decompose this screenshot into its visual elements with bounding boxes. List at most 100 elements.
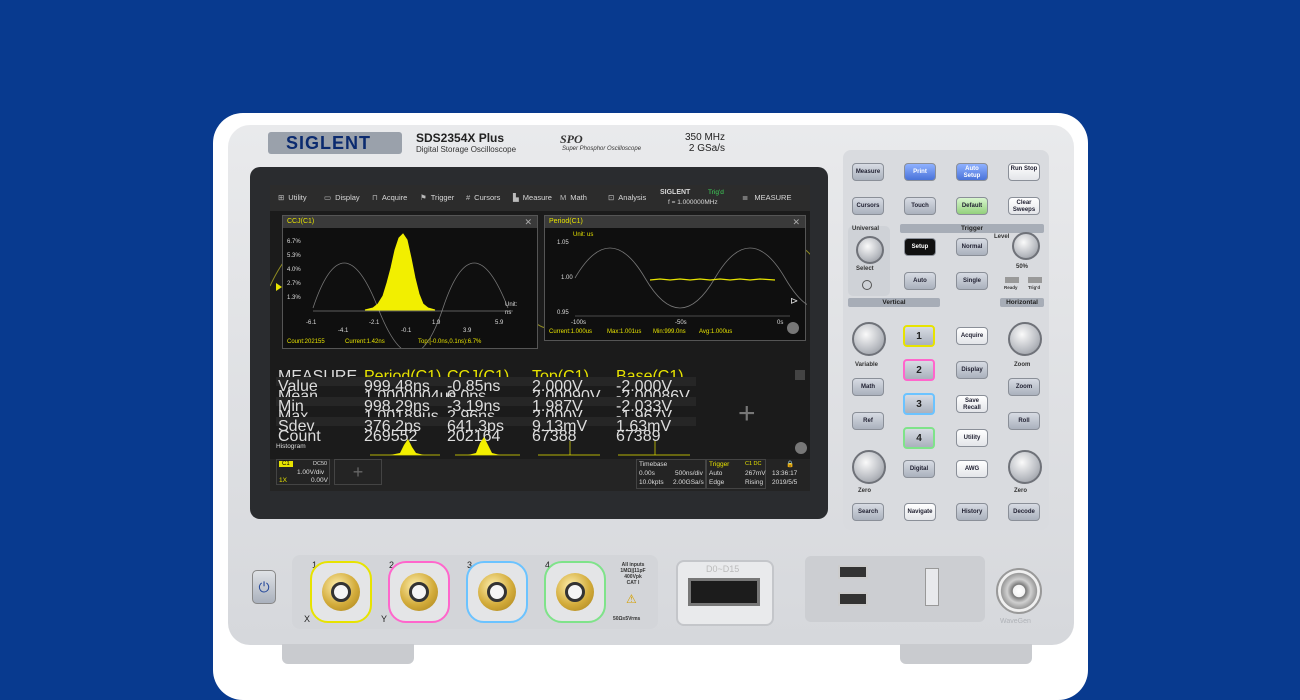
touch-button[interactable]: Touch <box>904 197 936 215</box>
ccj-y-label: 1.3% <box>287 295 301 301</box>
ref-button[interactable]: Ref <box>852 412 884 430</box>
history-button[interactable]: History <box>956 503 988 521</box>
trigger-level: 267mV <box>745 470 766 477</box>
menu-analysis[interactable]: ⊡ Analysis <box>608 193 646 202</box>
settings-icon[interactable] <box>787 322 799 334</box>
menu-icon: ≣ <box>742 193 749 202</box>
ch2-button[interactable]: 2 <box>903 359 935 381</box>
awg-button[interactable]: AWG <box>956 460 988 478</box>
roll-button[interactable]: Roll <box>1008 412 1040 430</box>
ch3-button[interactable]: 3 <box>903 393 935 415</box>
print-button[interactable]: Print <box>904 163 936 181</box>
ch1-button[interactable]: 1 <box>903 325 935 347</box>
period-x-label: -50s <box>675 320 687 326</box>
display-button[interactable]: Display <box>956 361 988 379</box>
ch1-coupling: DC50 <box>313 461 328 467</box>
usb-port-2[interactable] <box>838 592 868 606</box>
normal-button[interactable]: Normal <box>956 238 988 256</box>
ch4-button[interactable]: 4 <box>903 427 935 449</box>
ready-led <box>1005 277 1019 283</box>
menu-utility[interactable]: ⊞ Utility <box>278 193 307 202</box>
horizontal-position-knob[interactable] <box>1008 450 1042 484</box>
ch2-bnc-connector[interactable] <box>388 561 450 623</box>
lock-icon: 🔒 <box>786 461 795 468</box>
acquire-button[interactable]: Acquire <box>956 327 988 345</box>
power-button[interactable]: ⏻ <box>252 570 276 604</box>
vertical-scale-knob[interactable] <box>852 322 886 356</box>
menu-trigger[interactable]: ⚑ Trigger <box>420 193 454 202</box>
universal-label: Universal <box>852 226 880 232</box>
svg-text:⊳: ⊳ <box>790 296 798 307</box>
horizontal-scale-knob[interactable] <box>1008 322 1042 356</box>
usb-panel <box>805 556 985 622</box>
default-button[interactable]: Default <box>956 197 988 215</box>
menu-cursors[interactable]: # Cursors <box>466 193 500 202</box>
model-subtitle: Digital Storage Oscilloscope <box>416 145 517 154</box>
spo-subtitle: Super Phosphor Oscilloscope <box>562 146 642 152</box>
decode-button[interactable]: Decode <box>1008 503 1040 521</box>
period-trend-window: Period(C1) ✕ Unit: us 1.05 1.00 0.95 ⊳ -… <box>544 215 807 341</box>
menu-display[interactable]: ▭ Display <box>324 193 360 202</box>
ccj-y-label: 2.7% <box>287 281 301 287</box>
ch1-status-box[interactable]: C1 DC50 1.00V/div 1X 0.00V <box>276 459 330 485</box>
measure-button[interactable]: Measure <box>852 163 884 181</box>
digital-button[interactable]: Digital <box>903 460 935 478</box>
period-window-title: Period(C1) <box>545 216 805 228</box>
cursors-icon: # <box>466 193 471 202</box>
timebase-box[interactable]: Timebase 0.00s 500ns/div 10.0kpts 2.00GS… <box>636 459 706 489</box>
trigd-led <box>1028 277 1042 283</box>
navigate-button[interactable]: Navigate <box>904 503 936 521</box>
save-recall-button[interactable]: Save Recall <box>956 395 988 413</box>
vertical-position-knob[interactable] <box>852 450 886 484</box>
trigger-mode: Auto <box>709 470 723 477</box>
left-foot <box>282 644 414 664</box>
period-x-label: 0s <box>777 320 784 326</box>
trigger-slope: Rising <box>745 479 764 486</box>
clock-date: 2019/5/5 <box>772 479 798 486</box>
close-icon[interactable]: ✕ <box>524 216 532 228</box>
ch4-bnc-connector[interactable] <box>544 561 606 623</box>
ccj-unit: ns <box>505 310 512 316</box>
level-label: Level <box>994 234 1010 240</box>
settings-icon[interactable] <box>795 442 807 454</box>
auto-button[interactable]: Auto <box>904 272 936 290</box>
ch1-offset: 0.00V <box>311 477 328 484</box>
ccj-count: Count:202155 <box>287 339 325 345</box>
wavegen-bnc-connector[interactable] <box>996 568 1042 614</box>
menu-measure[interactable]: ▙ Measure <box>513 193 552 202</box>
home-icon[interactable] <box>862 280 872 290</box>
zoom-button[interactable]: Zoom <box>1008 378 1040 396</box>
cursors-button[interactable]: Cursors <box>852 197 884 215</box>
single-button[interactable]: Single <box>956 272 988 290</box>
frequency-readout: f = 1.000000MHz <box>668 199 718 206</box>
menu-acquire[interactable]: ⊓ Acquire <box>372 193 407 202</box>
clear-sweeps-button[interactable]: Clear Sweeps <box>1008 197 1040 215</box>
ch3-bnc-connector[interactable] <box>466 561 528 623</box>
search-button[interactable]: Search <box>852 503 884 521</box>
wavegen-label: WaveGen <box>1000 618 1031 625</box>
histogram-label: Histogram <box>276 443 306 450</box>
timebase-title: Timebase <box>639 461 668 468</box>
horizontal-group-title: Horizontal <box>1000 298 1044 307</box>
usb-port-1[interactable] <box>838 565 868 579</box>
menu-math[interactable]: M Math <box>560 193 587 202</box>
digital-port[interactable] <box>688 578 760 606</box>
auto-setup-button[interactable]: Auto Setup <box>956 163 988 181</box>
universal-knob[interactable] <box>856 236 884 264</box>
utility-button[interactable]: Utility <box>956 429 988 447</box>
math-button[interactable]: Math <box>852 378 884 396</box>
measure-icon: ▙ <box>513 193 519 202</box>
menu-measure-right[interactable]: ≣ MEASURE <box>742 193 791 202</box>
top-menu-bar: ⊞ Utility ▭ Display ⊓ Acquire ⚑ Trigger # Cur… <box>270 185 810 211</box>
run-stop-button[interactable]: Run Stop <box>1008 163 1040 181</box>
add-channel-icon[interactable]: + <box>334 459 382 485</box>
close-icon[interactable]: ✕ <box>792 216 800 228</box>
trigger-setup-button[interactable]: Setup <box>904 238 936 256</box>
trigger-source: C1 DC <box>745 461 762 467</box>
ch1-bnc-connector[interactable] <box>310 561 372 623</box>
trigger-level-knob[interactable] <box>1012 232 1040 260</box>
trigger-box[interactable]: Trigger C1 DC Auto 267mV Edge Rising <box>706 459 766 489</box>
table-handle-icon[interactable] <box>795 370 805 380</box>
ready-label: Ready <box>1004 285 1018 290</box>
zero-v-label: Zero <box>858 488 872 494</box>
